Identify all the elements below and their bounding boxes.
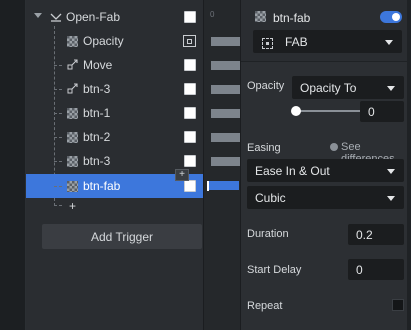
tree-row-label: btn-3 [83,154,111,168]
layer-checker-icon [67,36,78,47]
visibility-checkbox[interactable] [184,107,196,119]
timeline-bar[interactable] [211,109,241,118]
trigger-icon [50,13,62,22]
visibility-checkbox[interactable] [184,180,196,192]
visibility-checkbox[interactable] [184,59,196,71]
timeline-bar[interactable] [211,157,241,166]
expand-caret-icon[interactable] [34,13,42,18]
timeline-tick: 0 [210,10,215,19]
fab-target-icon [262,38,273,49]
chevron-down-icon [387,85,395,91]
repeat-checkbox[interactable] [392,299,404,311]
tree-row-open-fab[interactable]: Open-Fab [26,5,203,29]
layer-checker-icon [67,108,78,119]
visibility-checkbox[interactable] [184,83,196,95]
curve-select[interactable]: Cubic [247,186,404,209]
layer-checker-icon [67,156,78,167]
layer-checker-icon [67,132,78,143]
chevron-down-icon [385,39,393,45]
timeline-bar[interactable] [211,85,241,94]
tree-connector [54,205,62,206]
left-sidebar-strip [0,0,26,330]
timeline-panel[interactable]: 0 [203,0,241,330]
tree-row-label: btn-2 [83,130,111,144]
inspector-header: btn-fab FAB [241,0,411,62]
add-child-button[interactable]: + [69,199,76,213]
fab-target-icon[interactable] [183,35,196,47]
chevron-down-icon [387,168,395,174]
tree-row-label: Opacity [83,34,124,48]
layer-tree-panel: Open-Fab Opacity Move btn-3 btn-1 btn-2 … [26,0,203,330]
tree-row-btn-2[interactable]: btn-2 [26,125,203,149]
timeline-bar[interactable] [211,133,241,142]
enable-toggle[interactable] [380,11,402,23]
duration-input[interactable]: 0.2 [348,224,404,245]
tree-connector [54,137,62,138]
target-select-value: FAB [285,34,308,49]
tree-connector [54,161,62,162]
easing-label: Easing [247,142,281,154]
layer-checker-icon [255,11,266,22]
visibility-checkbox[interactable] [184,131,196,143]
visibility-checkbox[interactable] [184,11,196,23]
inspector-panel: btn-fab FAB Opacity Opacity To 0 Easing … [240,0,411,330]
tree-row-label: btn-1 [83,106,111,120]
chevron-down-icon [387,195,395,201]
tree-connector [54,89,62,90]
opacity-slider-thumb[interactable] [291,106,301,116]
opacity-mode-select[interactable]: Opacity To [292,76,404,99]
tree-row-btn-3-move[interactable]: btn-3 [26,77,203,101]
tree-row-opacity[interactable]: Opacity [26,29,203,53]
start-delay-input[interactable]: 0 [348,259,404,280]
tree-connector [54,113,62,114]
curve-select-value: Cubic [255,190,286,205]
layer-checker-icon [67,181,78,192]
tree-row-label: btn-fab [83,179,121,193]
inspector-title: btn-fab [273,11,311,25]
tree-connector [54,186,62,187]
opacity-mode-value: Opacity To [300,80,357,95]
tree-row-label: btn-3 [83,82,111,96]
easing-select-value: Ease In & Out [255,163,330,178]
info-icon[interactable] [330,143,338,151]
target-select[interactable]: FAB [253,30,402,53]
add-tooltip[interactable]: + [175,169,189,181]
opacity-value-input[interactable]: 0 [360,101,404,122]
add-trigger-button[interactable]: Add Trigger [42,224,202,249]
move-icon [67,59,78,70]
timeline-bar[interactable] [211,61,241,70]
duration-label: Duration [247,228,289,240]
scrollbar-track[interactable] [407,0,411,330]
tree-row-btn-1[interactable]: btn-1 [26,101,203,125]
opacity-label: Opacity [247,80,285,92]
tree-row-label: Open-Fab [66,10,121,24]
tree-connector [54,65,62,66]
tree-row-label: Move [83,58,113,72]
tree-row-move[interactable]: Move [26,53,203,77]
repeat-label: Repeat [247,300,283,312]
timeline-bar-selected[interactable] [209,181,239,190]
visibility-checkbox[interactable] [184,155,196,167]
opacity-slider-track[interactable] [297,110,361,112]
start-delay-label: Start Delay [247,264,302,276]
timeline-bar[interactable] [211,37,241,46]
easing-select[interactable]: Ease In & Out [247,159,404,182]
move-icon [67,83,78,94]
